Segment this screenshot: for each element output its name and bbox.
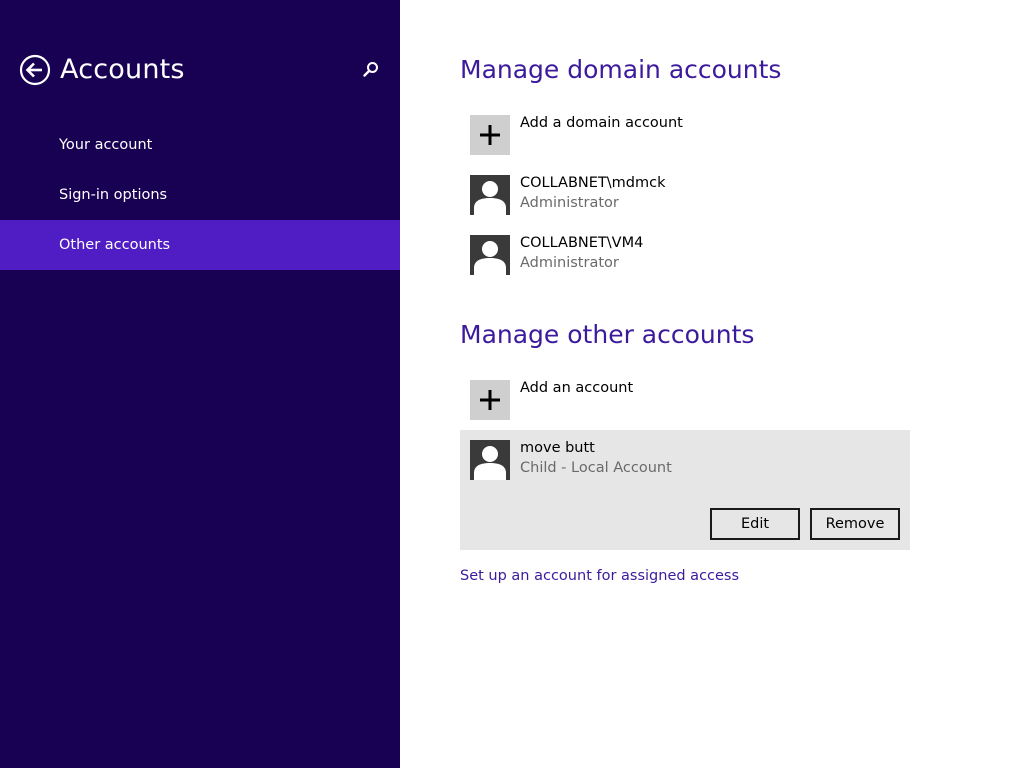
user-avatar-icon: [470, 175, 510, 215]
add-account-button[interactable]: Add an account: [470, 380, 910, 422]
sidebar: Accounts Your account Sign-in options Ot…: [0, 0, 400, 768]
assigned-access-link[interactable]: Set up an account for assigned access: [460, 566, 739, 586]
account-role: Administrator: [520, 255, 619, 271]
add-domain-account-button[interactable]: Add a domain account: [470, 115, 910, 157]
account-role: Child - Local Account: [520, 460, 672, 476]
nav-item-label: Sign-in options: [59, 187, 168, 203]
arrow-left-circle-icon: [19, 54, 51, 86]
plus-icon: [480, 390, 500, 410]
account-name: COLLABNET\VM4: [520, 235, 644, 251]
plus-icon: [480, 125, 500, 145]
account-row[interactable]: move butt Child - Local Account: [470, 440, 910, 482]
main-content: Manage domain accounts Add a domain acco…: [400, 0, 1024, 768]
user-avatar-icon: [470, 440, 510, 480]
plus-tile: [470, 115, 510, 155]
nav-item-label: Your account: [59, 137, 153, 153]
account-name: move butt: [520, 440, 595, 456]
section-title-domain-accounts: Manage domain accounts: [460, 55, 782, 84]
account-role: Administrator: [520, 195, 619, 211]
add-account-label: Add an account: [520, 380, 634, 396]
remove-button[interactable]: Remove: [810, 508, 900, 540]
sidebar-header: Accounts: [0, 0, 400, 140]
pc-settings-window: Accounts Your account Sign-in options Ot…: [0, 0, 1024, 768]
back-button[interactable]: [19, 54, 51, 86]
section-title-other-accounts: Manage other accounts: [460, 320, 755, 349]
nav-item-sign-in-options[interactable]: Sign-in options: [0, 170, 400, 220]
selected-account-panel: move butt Child - Local Account Edit Rem…: [460, 430, 910, 550]
page-title: Accounts: [60, 54, 185, 85]
add-domain-account-label: Add a domain account: [520, 115, 683, 131]
account-name: COLLABNET\mdmck: [520, 175, 666, 191]
plus-tile: [470, 380, 510, 420]
account-row[interactable]: COLLABNET\mdmck Administrator: [470, 175, 910, 217]
nav-item-other-accounts[interactable]: Other accounts: [0, 220, 400, 270]
nav-item-your-account[interactable]: Your account: [0, 120, 400, 170]
edit-button[interactable]: Edit: [710, 508, 800, 540]
search-icon: [363, 62, 378, 77]
search-button[interactable]: [362, 60, 380, 78]
user-avatar-icon: [470, 235, 510, 275]
account-row[interactable]: COLLABNET\VM4 Administrator: [470, 235, 910, 277]
nav-item-label: Other accounts: [59, 237, 171, 253]
